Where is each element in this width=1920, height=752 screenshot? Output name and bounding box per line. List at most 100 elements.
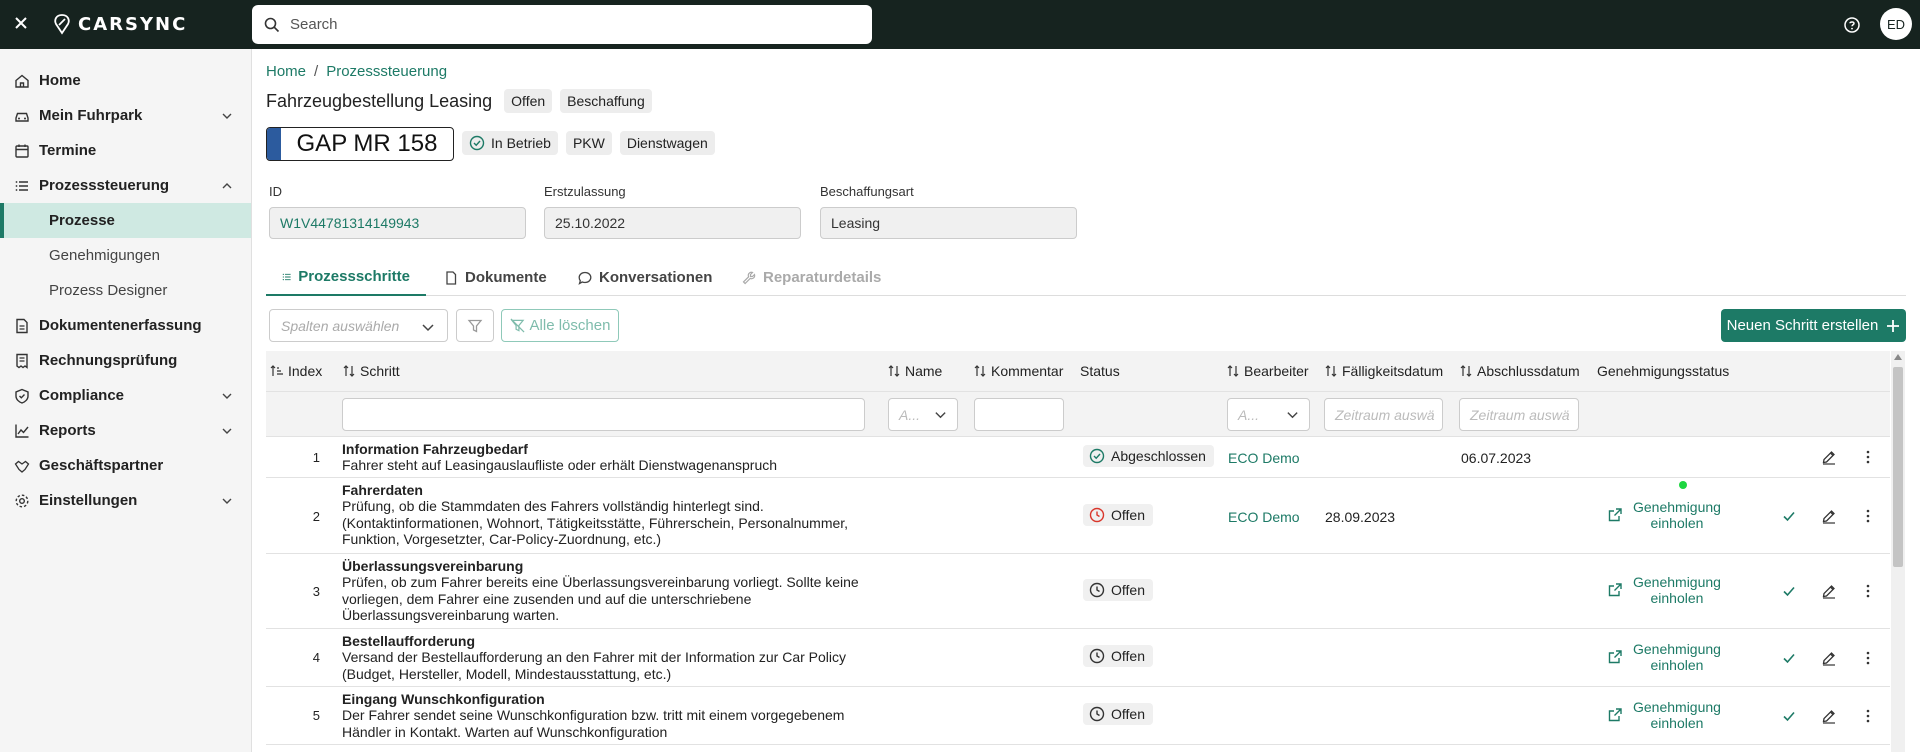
header-schritt[interactable]: Schritt	[342, 351, 400, 391]
request-approval-button[interactable]: Genehmigung einholen	[1607, 699, 1721, 731]
closed-date-filter[interactable]: Zeitraum auswä	[1459, 398, 1579, 431]
close-icon[interactable]	[10, 12, 32, 34]
header-name[interactable]: Name	[887, 351, 942, 391]
avatar[interactable]: ED	[1880, 8, 1912, 40]
name-filter-select[interactable]: A...	[888, 398, 958, 431]
approve-check-icon[interactable]	[1779, 648, 1799, 668]
due-date-filter[interactable]: Zeitraum auswä	[1324, 398, 1443, 431]
table-row[interactable]: 5 Eingang Wunschkonfiguration Der Fahrer…	[266, 687, 1890, 745]
header-faelligkeitsdatum[interactable]: Fälligkeitsdatum	[1324, 351, 1443, 391]
header-label: Kommentar	[991, 363, 1064, 379]
sidebar-item-reports[interactable]: Reports	[0, 413, 251, 448]
plate-number: GAP MR 158	[296, 130, 438, 157]
sidebar-item-mein-fuhrpark[interactable]: Mein Fuhrpark	[0, 98, 251, 133]
tab-dokumente[interactable]: Dokumente	[428, 259, 563, 296]
sidebar-item-geschaeftspartner[interactable]: Geschäftspartner	[0, 448, 251, 483]
more-icon[interactable]	[1858, 706, 1878, 726]
step-cell: Fahrerdaten Prüfung, ob die Stammdaten d…	[342, 482, 848, 548]
step-filter-input[interactable]	[342, 398, 865, 431]
sidebar-item-label: Reports	[39, 422, 96, 439]
approval-label: Genehmigung	[1633, 574, 1721, 590]
more-icon[interactable]	[1858, 648, 1878, 668]
sidebar-item-einstellungen[interactable]: Einstellungen	[0, 483, 251, 518]
table-row[interactable]: 3 Überlassungsvereinbarung Prüfen, ob zu…	[266, 554, 1890, 629]
approve-check-icon[interactable]	[1779, 506, 1799, 526]
sidebar-subitem-genehmigungen[interactable]: Genehmigungen	[0, 238, 251, 273]
scroll-up-arrow[interactable]	[1894, 354, 1902, 360]
table-scrollbar[interactable]	[1891, 351, 1905, 752]
filter-icon	[467, 319, 483, 333]
table-row[interactable]: 1 Information Fahrzeugbedarf Fahrer steh…	[266, 437, 1890, 478]
assignee-link[interactable]: ECO Demo	[1228, 509, 1300, 525]
id-value[interactable]: W1V44781314149943	[269, 207, 526, 239]
header-index[interactable]: Index	[270, 351, 322, 391]
new-step-button[interactable]: Neuen Schritt erstellen	[1721, 309, 1906, 342]
sidebar-item-prozesssteuerung[interactable]: Prozesssteuerung	[0, 168, 251, 203]
chevron-down-icon	[222, 113, 232, 119]
sidebar-subitem-prozess-designer[interactable]: Prozess Designer	[0, 273, 251, 308]
header-abschlussdatum[interactable]: Abschlussdatum	[1459, 351, 1580, 391]
breadcrumb-home[interactable]: Home	[266, 63, 306, 80]
sidebar-item-label: Termine	[39, 142, 97, 159]
more-icon[interactable]	[1858, 581, 1878, 601]
sort-icon	[974, 365, 986, 377]
tab-konversationen[interactable]: Konversationen	[562, 259, 728, 296]
breadcrumb: Home / Prozesssteuerung	[266, 63, 447, 80]
request-approval-button[interactable]: Genehmigung einholen	[1607, 499, 1721, 531]
table-row[interactable]: 2 Fahrerdaten Prüfung, ob die Stammdaten…	[266, 478, 1890, 554]
clear-all-button[interactable]: Alle löschen	[501, 309, 619, 342]
sidebar-item-label: Compliance	[39, 387, 125, 404]
sidebar-subitem-prozesse[interactable]: Prozesse	[0, 203, 251, 238]
sidebar-item-compliance[interactable]: Compliance	[0, 378, 251, 413]
edit-icon[interactable]	[1819, 506, 1839, 526]
chevron-down-icon	[222, 498, 232, 504]
filter-button[interactable]	[456, 309, 494, 342]
request-approval-button[interactable]: Genehmigung einholen	[1607, 574, 1721, 606]
comment-filter-input[interactable]	[974, 398, 1064, 431]
sidebar-item-dokumentenerfassung[interactable]: Dokumentenerfassung	[0, 308, 251, 343]
assignee-filter-select[interactable]: A...	[1227, 398, 1310, 431]
filter-placeholder: A...	[899, 407, 921, 423]
approve-check-icon[interactable]	[1779, 581, 1799, 601]
check-circle-icon	[469, 135, 485, 151]
request-approval-button[interactable]: Genehmigung einholen	[1607, 641, 1721, 673]
header-bearbeiter[interactable]: Bearbeiter	[1226, 351, 1309, 391]
sidebar-item-home[interactable]: Home	[0, 63, 251, 98]
erstzulassung-field: Erstzulassung 25.10.2022	[544, 184, 801, 239]
breadcrumb-current[interactable]: Prozesssteuerung	[326, 63, 447, 80]
tab-label: Reparaturdetails	[763, 269, 882, 286]
sort-icon	[1227, 365, 1239, 377]
approve-check-icon[interactable]	[1779, 706, 1799, 726]
edit-icon[interactable]	[1819, 581, 1839, 601]
step-desc: Prüfung, ob die Stammdaten des Fahrers v…	[342, 498, 764, 514]
chevron-up-icon	[222, 183, 232, 189]
sidebar-item-rechnungspruefung[interactable]: Rechnungsprüfung	[0, 343, 251, 378]
assignee-link[interactable]: ECO Demo	[1228, 450, 1300, 466]
vehicle-status-chip: In Betrieb	[462, 131, 558, 155]
step-desc: Versand der Bestellaufforderung an den F…	[342, 649, 846, 665]
column-select[interactable]: Spalten auswählen	[269, 309, 448, 342]
approval-label: einholen	[1650, 715, 1704, 731]
help-icon[interactable]	[1843, 16, 1861, 34]
table-row[interactable]: 4 Bestellaufforderung Versand der Bestel…	[266, 629, 1890, 687]
more-icon[interactable]	[1858, 447, 1878, 467]
edit-icon[interactable]	[1819, 447, 1839, 467]
search-input[interactable]	[290, 16, 850, 33]
sidebar-item-termine[interactable]: Termine	[0, 133, 251, 168]
edit-icon[interactable]	[1819, 706, 1839, 726]
sort-icon	[1325, 365, 1337, 377]
tab-bar: Prozessschritte Dokumente Konversationen…	[266, 259, 1906, 296]
tab-reparaturdetails[interactable]: Reparaturdetails	[726, 259, 897, 296]
license-plate[interactable]: GAP MR 158	[266, 127, 454, 161]
carsync-logo[interactable]: CARSYNC	[52, 11, 187, 37]
clock-icon	[1089, 582, 1105, 598]
row-index: 2	[312, 509, 320, 524]
sort-asc-icon	[270, 365, 283, 376]
edit-icon[interactable]	[1819, 648, 1839, 668]
header-kommentar[interactable]: Kommentar	[973, 351, 1063, 391]
tab-prozessschritte[interactable]: Prozessschritte	[266, 259, 426, 296]
more-icon[interactable]	[1858, 506, 1878, 526]
status-badge: Offen	[1083, 703, 1153, 725]
search-bar[interactable]	[252, 5, 872, 44]
scroll-thumb[interactable]	[1893, 367, 1903, 567]
